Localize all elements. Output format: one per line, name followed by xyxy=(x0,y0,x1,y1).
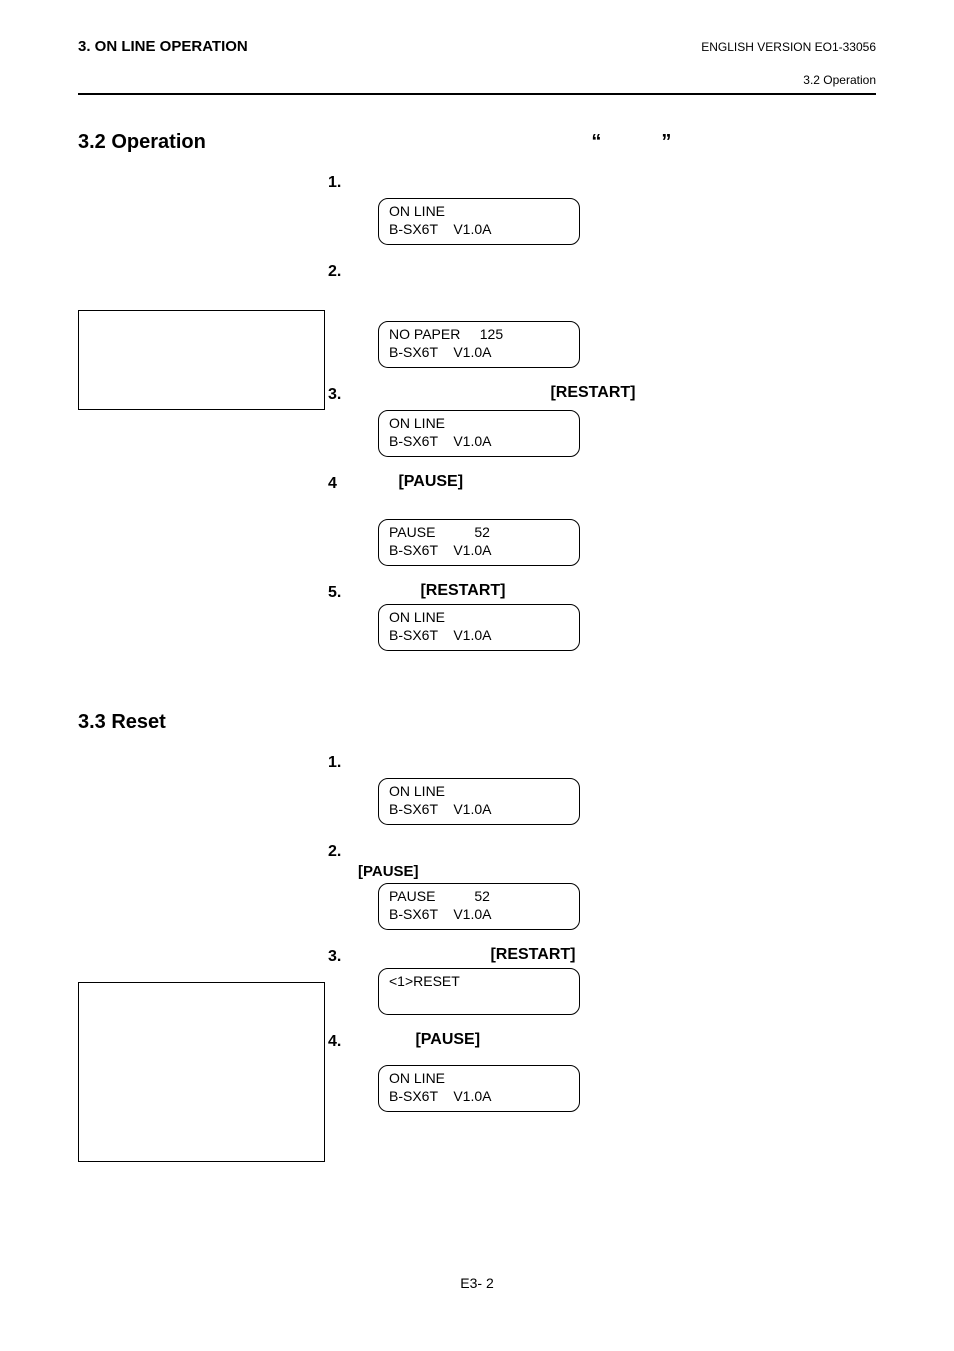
lcd-line-2: B-SX6T V1.0A xyxy=(389,221,569,239)
lcd-line-1: PAUSE 52 xyxy=(389,524,569,542)
lcd-line-1: ON LINE xyxy=(389,1070,569,1088)
lcd-display: PAUSE 52 B-SX6T V1.0A xyxy=(378,883,580,930)
lcd-3-3-4: ON LINE B-SX6T V1.0A xyxy=(378,1065,876,1112)
page-header: 3. ON LINE OPERATION ENGLISH VERSION EO1… xyxy=(78,38,876,55)
quote-open: “ xyxy=(591,131,601,153)
lcd-line-1: ON LINE xyxy=(389,415,569,433)
lcd-line-2: B-SX6T V1.0A xyxy=(389,906,569,924)
lcd-display: ON LINE B-SX6T V1.0A xyxy=(378,198,580,245)
step-number: 2. xyxy=(328,261,356,281)
header-section-title: 3. ON LINE OPERATION xyxy=(78,38,248,55)
lcd-display: PAUSE 52 B-SX6T V1.0A xyxy=(378,519,580,566)
lcd-3-2-5: ON LINE B-SX6T V1.0A xyxy=(378,604,876,651)
lcd-line-1: PAUSE 52 xyxy=(389,888,569,906)
step-3-2-4: 4 [PAUSE] xyxy=(328,473,876,493)
step-3-3-3: 3. [RESTART] xyxy=(328,946,876,966)
note-box-operation xyxy=(78,310,325,410)
step-3-2-5: 5. [RESTART] xyxy=(328,582,876,602)
lcd-display: ON LINE B-SX6T V1.0A xyxy=(378,778,580,825)
lcd-line-1: <1>RESET xyxy=(389,973,569,991)
step-3-2-1: 1. xyxy=(328,172,876,192)
lcd-3-2-3: ON LINE B-SX6T V1.0A xyxy=(378,410,876,457)
lcd-3-2-1: ON LINE B-SX6T V1.0A xyxy=(378,198,876,245)
header-document-id: ENGLISH VERSION EO1-33056 xyxy=(701,40,876,54)
step-text: [PAUSE] xyxy=(356,1031,876,1049)
step-number: 5. xyxy=(328,582,356,602)
lcd-3-2-2: NO PAPER 125 B-SX6T V1.0A xyxy=(378,321,876,368)
lcd-line-2 xyxy=(389,991,569,1009)
step-3-3-4: 4. [PAUSE] xyxy=(328,1031,876,1051)
step-3-3-2: 2. xyxy=(328,841,876,861)
step-number: 1. xyxy=(328,752,356,772)
pause-label: [PAUSE] xyxy=(415,1031,480,1048)
restart-label: [RESTART] xyxy=(490,946,575,963)
lcd-display: NO PAPER 125 B-SX6T V1.0A xyxy=(378,321,580,368)
lcd-line-1: ON LINE xyxy=(389,203,569,221)
section-3-2-title: 3.2 Operation “ ” xyxy=(78,131,876,154)
section-3-2-body: 1. ON LINE B-SX6T V1.0A 2. NO PAPER 125 … xyxy=(78,172,876,651)
step-text: [PAUSE] xyxy=(356,473,876,491)
step-number: 2. xyxy=(328,841,356,861)
step-number: 3. xyxy=(328,384,356,404)
page: 3. ON LINE OPERATION ENGLISH VERSION EO1… xyxy=(0,0,954,1351)
lcd-line-2: B-SX6T V1.0A xyxy=(389,1088,569,1106)
pause-label-row: [PAUSE] xyxy=(358,863,876,881)
note-box-reset xyxy=(78,982,325,1162)
section-3-2-title-text: 3.2 Operation xyxy=(78,131,206,153)
step-number: 3. xyxy=(328,946,356,966)
lcd-line-2: B-SX6T V1.0A xyxy=(389,627,569,645)
pause-label: [PAUSE] xyxy=(398,473,463,490)
quote-close: ” xyxy=(661,131,671,153)
lcd-line-2: B-SX6T V1.0A xyxy=(389,433,569,451)
lcd-3-3-1: ON LINE B-SX6T V1.0A xyxy=(378,778,876,825)
step-number: 1. xyxy=(328,172,356,192)
lcd-3-3-3: <1>RESET xyxy=(378,968,876,1015)
lcd-display: <1>RESET xyxy=(378,968,580,1015)
lcd-line-2: B-SX6T V1.0A xyxy=(389,542,569,560)
lcd-line-1: ON LINE xyxy=(389,783,569,801)
lcd-line-1: NO PAPER 125 xyxy=(389,326,569,344)
step-3-2-2: 2. xyxy=(328,261,876,281)
lcd-display: ON LINE B-SX6T V1.0A xyxy=(378,1065,580,1112)
restart-label: [RESTART] xyxy=(550,384,635,401)
lcd-line-2: B-SX6T V1.0A xyxy=(389,801,569,819)
pause-label: [PAUSE] xyxy=(358,863,419,880)
section-3-3-title: 3.3 Reset xyxy=(78,711,876,734)
step-3-2-3: 3. [RESTART] xyxy=(328,384,876,404)
page-number: E3- 2 xyxy=(0,1275,954,1291)
header-rule xyxy=(78,93,876,95)
step-text: [RESTART] xyxy=(356,582,876,600)
lcd-3-2-4: PAUSE 52 B-SX6T V1.0A xyxy=(378,519,876,566)
section-3-3-body: 1. ON LINE B-SX6T V1.0A 2. [PAUSE] PAUSE… xyxy=(78,752,876,1112)
step-text: [RESTART] xyxy=(356,946,876,964)
lcd-line-1: ON LINE xyxy=(389,609,569,627)
step-text: [RESTART] xyxy=(356,384,876,402)
header-subsection: 3.2 Operation xyxy=(78,73,876,87)
step-number: 4 xyxy=(328,473,356,493)
step-3-3-1: 1. xyxy=(328,752,876,772)
restart-label: [RESTART] xyxy=(420,582,505,599)
lcd-display: ON LINE B-SX6T V1.0A xyxy=(378,604,580,651)
step-number: 4. xyxy=(328,1031,356,1051)
lcd-line-2: B-SX6T V1.0A xyxy=(389,344,569,362)
lcd-display: ON LINE B-SX6T V1.0A xyxy=(378,410,580,457)
lcd-3-3-2: PAUSE 52 B-SX6T V1.0A xyxy=(378,883,876,930)
